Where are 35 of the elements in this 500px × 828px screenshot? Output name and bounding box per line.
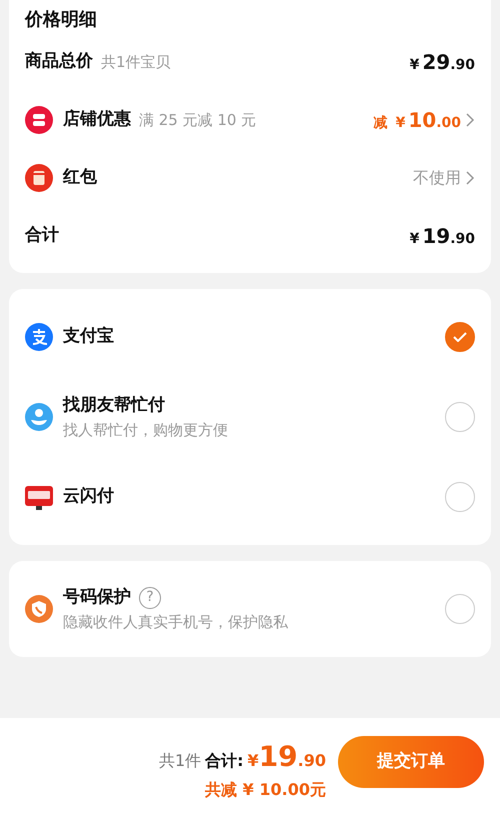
check-icon bbox=[453, 332, 467, 342]
alipay-icon bbox=[25, 323, 53, 351]
protection-label: 号码保护 bbox=[63, 586, 131, 609]
protection-subtitle: 隐藏收件人真实手机号，保护隐私 bbox=[63, 612, 288, 632]
row-label: 商品总价 bbox=[25, 50, 93, 74]
row-value[interactable]: 不使用 bbox=[413, 166, 461, 190]
row-label: 店铺优惠 bbox=[63, 108, 131, 132]
item-count: 共1件 bbox=[158, 750, 202, 772]
row-note: 共1件宝贝 bbox=[101, 52, 171, 73]
chevron-right-icon bbox=[466, 171, 475, 185]
payment-name: 找朋友帮忙付 bbox=[63, 394, 166, 417]
submit-button[interactable]: 提交订单 bbox=[338, 736, 484, 788]
chevron-right-icon bbox=[466, 113, 475, 127]
section-title: 价格明细 bbox=[25, 8, 98, 32]
radio-button[interactable] bbox=[445, 594, 475, 624]
payment-subtitle: 找人帮忙付，购物更方便 bbox=[63, 420, 228, 440]
discount-total: 共减 ¥ 10.00元 bbox=[204, 779, 326, 801]
payment-name: 云闪付 bbox=[63, 485, 114, 508]
shield-phone-icon bbox=[25, 595, 53, 623]
radio-button[interactable] bbox=[445, 482, 475, 512]
price-amount: ¥29.90 bbox=[410, 49, 475, 76]
shop-icon bbox=[25, 106, 53, 134]
row-note: 满 25 元减 10 元 bbox=[139, 110, 256, 131]
discount-amount: 减 ¥10.00 bbox=[374, 107, 461, 134]
envelope-icon bbox=[25, 164, 53, 192]
radio-button[interactable] bbox=[445, 322, 475, 352]
row-label: 红包 bbox=[63, 166, 97, 190]
row-label: 合计 bbox=[25, 224, 59, 248]
help-icon[interactable]: ? bbox=[139, 586, 161, 609]
price-amount: ¥19.90 bbox=[410, 223, 475, 250]
total-label: 合计: bbox=[205, 750, 244, 772]
unionpay-icon bbox=[25, 483, 53, 511]
radio-button[interactable] bbox=[445, 402, 475, 432]
payment-name: 支付宝 bbox=[63, 325, 114, 348]
total-price: ¥19.90 bbox=[248, 739, 326, 775]
